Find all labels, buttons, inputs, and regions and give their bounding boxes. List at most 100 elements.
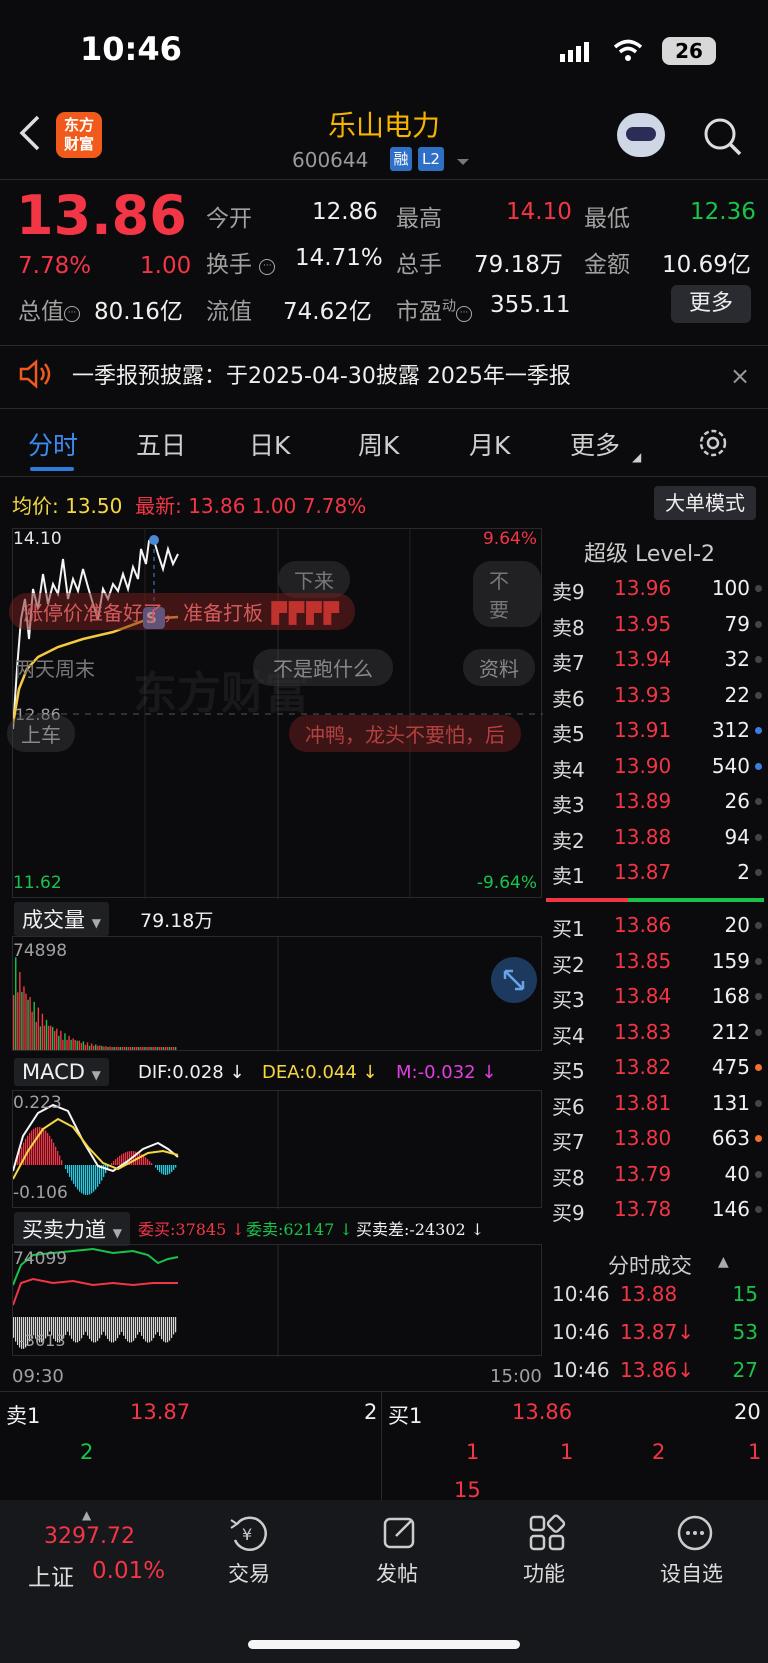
- bid-row[interactable]: 买8 13.79 40: [552, 1162, 762, 1197]
- force-panel-label[interactable]: 买卖力道 ▼: [14, 1212, 130, 1246]
- grid-icon[interactable]: [528, 1514, 566, 1556]
- force-chart[interactable]: 74099 -3613: [12, 1244, 542, 1357]
- queue-sell-order: 2: [80, 1440, 94, 1464]
- volume-panel-label[interactable]: 成交量 ▼: [14, 902, 109, 936]
- tab-daily-k[interactable]: 日K: [249, 426, 290, 462]
- tab-monthly-k[interactable]: 月K: [469, 426, 510, 462]
- mktcap-value: 80.16亿: [94, 299, 183, 325]
- volume-label: 总手: [396, 252, 442, 278]
- more-button[interactable]: 更多: [671, 285, 751, 323]
- wifi-icon: [613, 38, 643, 62]
- queue-sell-total: 2: [364, 1400, 378, 1424]
- close-icon[interactable]: ×: [730, 362, 750, 390]
- info-icon[interactable]: ···: [456, 306, 472, 322]
- intraday-chart[interactable]: 14.10 9.64% 11.62 -9.64% 12.86 S 下来 不要 涨…: [7, 528, 543, 899]
- amount-value: 10.69亿: [662, 252, 751, 278]
- status-dot: [755, 1206, 762, 1213]
- book-title[interactable]: 超级 Level-2: [584, 536, 715, 568]
- ask-price: 13.94: [614, 647, 672, 671]
- index-name[interactable]: 上证: [28, 1558, 74, 1592]
- bid-row[interactable]: 买2 13.85 159: [552, 949, 762, 984]
- ask-volume: 312: [711, 718, 750, 742]
- index-value[interactable]: 3297.72: [44, 1524, 135, 1549]
- turnover-value: 14.71%: [295, 245, 383, 271]
- ask-row[interactable]: 卖9 13.96 100: [552, 576, 762, 611]
- bid-price: 13.86: [614, 913, 672, 937]
- nav-post[interactable]: 发帖: [376, 1558, 418, 1588]
- ask-volume: 79: [724, 611, 750, 636]
- macd-chart[interactable]: 0.223 -0.106: [12, 1090, 542, 1209]
- ask-row[interactable]: 卖1 13.87 2: [552, 860, 762, 895]
- bid-row[interactable]: 买1 13.86 20: [552, 913, 762, 948]
- trade-time: 10:46: [552, 1320, 610, 1344]
- trade-time: 10:46: [552, 1282, 610, 1306]
- trades-title[interactable]: 分时成交: [608, 1250, 692, 1280]
- nav-trade[interactable]: 交易: [228, 1558, 270, 1588]
- gear-icon[interactable]: [697, 427, 729, 463]
- bid-row[interactable]: 买9 13.78 146: [552, 1197, 762, 1232]
- ask-level-label: 卖8: [552, 615, 585, 640]
- volume-chart[interactable]: 74898: [12, 936, 542, 1052]
- open-value: 12.86: [312, 199, 378, 225]
- status-dot: [755, 1064, 762, 1071]
- divider: [381, 1392, 382, 1500]
- tab-weekly-k[interactable]: 周K: [358, 426, 399, 462]
- chevron-down-icon[interactable]: [456, 152, 470, 171]
- chart-low-pct: -9.64%: [476, 873, 537, 893]
- trade-price: 13.87↓: [620, 1320, 695, 1344]
- tab-more[interactable]: 更多: [570, 426, 620, 462]
- bid-row[interactable]: 买5 13.82 475: [552, 1055, 762, 1090]
- bid-row[interactable]: 买6 13.81 131: [552, 1091, 762, 1126]
- tab-intraday[interactable]: 分时: [28, 426, 78, 462]
- pe-value: 355.11: [490, 292, 571, 318]
- ask-level-label: 卖2: [552, 828, 585, 853]
- change-pct: 7.78%: [18, 253, 92, 279]
- robot-assistant-icon[interactable]: [617, 113, 665, 157]
- nav-functions[interactable]: 功能: [523, 1558, 565, 1588]
- chevron-up-icon[interactable]: ▲: [718, 1254, 729, 1270]
- bid-price: 13.83: [614, 1019, 672, 1044]
- expand-icon[interactable]: [491, 957, 537, 1003]
- big-order-mode-button[interactable]: 大单模式: [654, 486, 756, 520]
- bid-row[interactable]: 买3 13.84 168: [552, 984, 762, 1019]
- bid-level-label: 买9: [552, 1201, 585, 1225]
- ask-volume: 94: [724, 824, 750, 849]
- danmaku-comment: 不是跑什么: [253, 649, 393, 686]
- bid-price: 13.78: [614, 1197, 672, 1221]
- bid-price: 13.81: [614, 1090, 672, 1115]
- battery-indicator: 26: [662, 37, 716, 65]
- bid-volume: 40: [724, 1161, 750, 1186]
- margin-tag: 融: [390, 147, 412, 171]
- bid-level-label: 买5: [552, 1059, 585, 1083]
- search-icon[interactable]: [702, 116, 742, 156]
- ask-row[interactable]: 卖3 13.89 26: [552, 789, 762, 824]
- queue-buy-label: 买1: [388, 1404, 423, 1428]
- ask-row[interactable]: 卖5 13.91 312: [552, 718, 762, 753]
- info-icon[interactable]: ···: [259, 259, 276, 275]
- tab-active-indicator: [30, 467, 74, 471]
- trade-icon[interactable]: ¥: [229, 1514, 271, 1556]
- chart-high-label: 14.10: [13, 529, 62, 549]
- bid-row[interactable]: 买7 13.80 663: [552, 1126, 762, 1161]
- compose-icon[interactable]: [382, 1514, 420, 1556]
- tab-five-day[interactable]: 五日: [136, 426, 186, 462]
- more-dots-icon[interactable]: [676, 1514, 714, 1556]
- info-icon[interactable]: ···: [64, 306, 80, 322]
- volume-value: 79.18万: [474, 252, 563, 278]
- macd-panel-label[interactable]: MACD ▼: [14, 1058, 109, 1086]
- bid-row[interactable]: 买4 13.83 212: [552, 1020, 762, 1055]
- current-price: 13.86: [16, 184, 187, 247]
- ask-row[interactable]: 卖8 13.95 79: [552, 612, 762, 647]
- status-dot: [755, 620, 762, 628]
- ask-row[interactable]: 卖2 13.88 94: [552, 825, 762, 860]
- status-dot: [755, 1135, 762, 1142]
- ask-row[interactable]: 卖4 13.90 540: [552, 754, 762, 789]
- ask-row[interactable]: 卖6 13.93 22: [552, 683, 762, 718]
- nav-watchlist[interactable]: 设自选: [660, 1558, 723, 1588]
- status-dot: [755, 1099, 762, 1107]
- ask-row[interactable]: 卖7 13.94 32: [552, 647, 762, 682]
- ask-level-label: 卖5: [552, 722, 585, 746]
- svg-text:¥: ¥: [242, 1525, 252, 1544]
- bid-volume: 131: [711, 1090, 750, 1115]
- turnover-label: 换手 ···: [206, 245, 276, 279]
